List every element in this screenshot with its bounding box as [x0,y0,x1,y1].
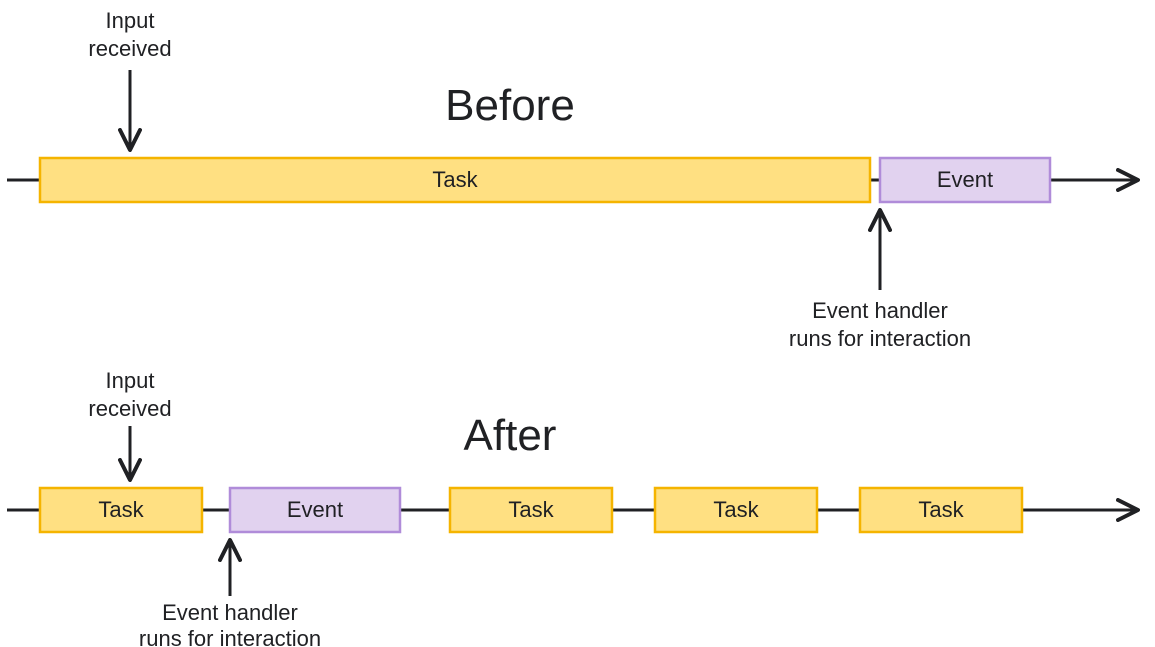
after-task2-label: Task [508,497,554,522]
after-title: After [464,411,557,460]
after-task1-block: Task [40,488,202,532]
before-section: Before Task Event Input received Event h… [7,8,1136,351]
after-input-l1: Input [106,368,155,393]
before-task-block: Task [40,158,870,202]
after-input-annotation: Input received [88,368,171,478]
after-section: After Task Event Task Task Task [7,368,1136,647]
after-task4-label: Task [918,497,964,522]
after-handler-l1: Event handler [162,600,298,625]
after-task1-label: Task [98,497,144,522]
after-handler-annotation: Event handler runs for interaction [139,542,321,647]
after-task3-block: Task [655,488,817,532]
before-input-annotation: Input received [88,8,171,148]
before-handler-annotation: Event handler runs for interaction [789,212,971,351]
before-handler-l2: runs for interaction [789,326,971,351]
before-event-block: Event [880,158,1050,202]
before-event-label: Event [937,167,993,192]
before-task-label: Task [432,167,478,192]
after-task3-label: Task [713,497,759,522]
after-event-block: Event [230,488,400,532]
before-input-l1: Input [106,8,155,33]
diagram-root: Before Task Event Input received Event h… [0,0,1155,647]
after-event-label: Event [287,497,343,522]
before-handler-l1: Event handler [812,298,948,323]
after-task2-block: Task [450,488,612,532]
after-handler-l2: runs for interaction [139,626,321,647]
after-task4-block: Task [860,488,1022,532]
after-input-l2: received [88,396,171,421]
before-input-l2: received [88,36,171,61]
before-title: Before [445,81,575,130]
